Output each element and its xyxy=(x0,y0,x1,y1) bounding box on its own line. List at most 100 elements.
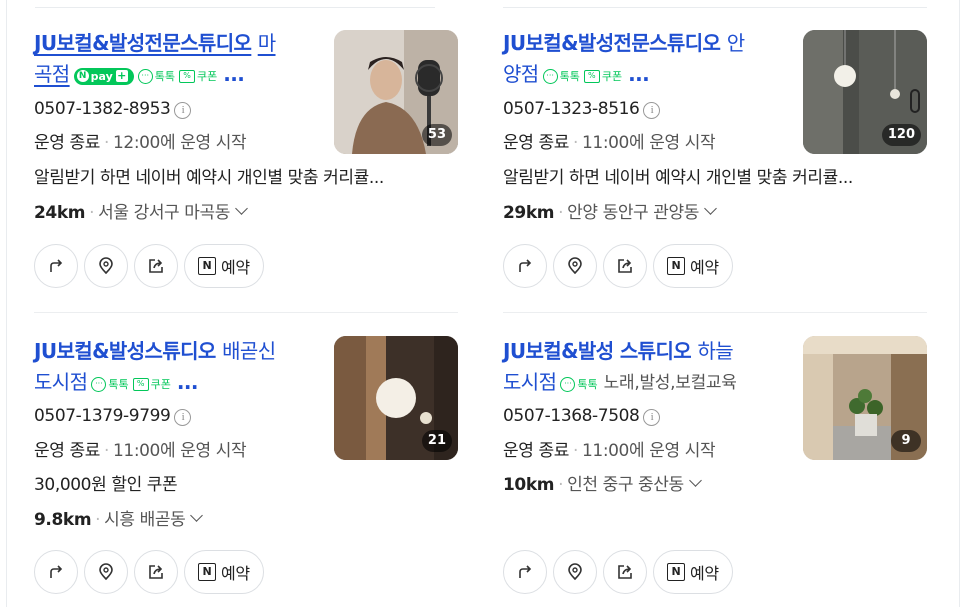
hours-row: 운영 종료 · 11:00에 운영 시작 xyxy=(503,133,716,153)
place-photo[interactable]: 53 xyxy=(334,30,458,154)
hours-text: 11:00에 운영 시작 xyxy=(112,441,247,461)
phone-number[interactable]: 0507-1382-8953 xyxy=(34,99,171,119)
place-name[interactable]: JU보컬&발성스튜디오 xyxy=(34,339,216,363)
info-circle-icon[interactable]: i xyxy=(174,409,192,426)
info-circle-icon[interactable]: i xyxy=(643,102,661,119)
divider xyxy=(503,312,927,313)
hours-text: 12:00에 운영 시작 xyxy=(112,133,247,153)
reserve-button[interactable]: N 예약 xyxy=(653,550,733,594)
directions-button[interactable] xyxy=(503,244,547,288)
place-card[interactable]: JU보컬&발성 스튜디오 하늘 도시점 ··· 톡톡 노래,발성,보컬교육 0507-… xyxy=(503,336,927,607)
chevron-down-icon[interactable] xyxy=(235,202,248,215)
location-row[interactable]: 24km · 서울 강서구 마곡동 xyxy=(34,201,248,225)
talktalk-badge[interactable]: ··· 톡톡 xyxy=(137,61,175,92)
status-text: 운영 종료 xyxy=(34,133,100,153)
talktalk-badge[interactable]: ··· 톡톡 xyxy=(542,61,580,92)
place-photo[interactable]: 21 xyxy=(334,336,458,460)
status-text: 운영 종료 xyxy=(503,441,569,461)
phone-row: 0507-1323-8516 i xyxy=(503,97,661,121)
share-button[interactable] xyxy=(603,244,647,288)
map-pin-icon xyxy=(99,257,113,275)
location-row[interactable]: 10km · 인천 중구 중산동 xyxy=(503,473,702,497)
phone-row: 0507-1382-8953 i xyxy=(34,97,192,121)
photo-count: 120 xyxy=(881,124,921,146)
photo-count: 9 xyxy=(891,430,921,452)
place-title[interactable]: JU보컬&발성스튜디오 배곧신 도시점 ··· 톡톡% 쿠폰... xyxy=(34,336,314,400)
save-location-button[interactable] xyxy=(84,550,128,594)
branch-name-cont[interactable]: 곡점 xyxy=(34,62,70,86)
share-button[interactable] xyxy=(134,244,178,288)
reserve-label: 예약 xyxy=(690,258,719,277)
status-text: 운영 종료 xyxy=(503,133,569,153)
coupon-icon: % xyxy=(583,70,600,83)
more-badges[interactable]: ... xyxy=(628,62,650,86)
place-card[interactable]: JU보컬&발성전문스튜디오 마 곡점 Npay + ··· 톡톡% 쿠폰... 0507-… xyxy=(34,28,458,298)
npay-badge: Npay + xyxy=(73,67,134,85)
category-tags: 노래,발성,보컬교육 xyxy=(603,373,737,393)
naver-booking-icon: N xyxy=(667,563,685,581)
save-location-button[interactable] xyxy=(553,244,597,288)
action-bar: N 예약 xyxy=(503,244,733,288)
place-name[interactable]: JU보컬&발성 스튜디오 xyxy=(503,339,692,363)
reserve-label: 예약 xyxy=(221,258,250,277)
location-row[interactable]: 9.8km · 시흥 배곧동 xyxy=(34,508,204,532)
chat-bubble-icon: ··· xyxy=(560,377,576,392)
info-circle-icon[interactable]: i xyxy=(174,102,192,119)
naver-booking-icon: N xyxy=(667,257,685,275)
directions-button[interactable] xyxy=(34,550,78,594)
branch-name[interactable]: 배곧신 xyxy=(222,339,276,363)
coupon-badge[interactable]: % 쿠폰 xyxy=(132,369,171,400)
place-photo[interactable]: 9 xyxy=(803,336,927,460)
branch-name-cont[interactable]: 도시점 xyxy=(34,370,88,394)
branch-name-cont[interactable]: 도시점 xyxy=(503,370,557,394)
place-title[interactable]: JU보컬&발성 스튜디오 하늘 도시점 ··· 톡톡 노래,발성,보컬교육 xyxy=(503,336,783,400)
share-button[interactable] xyxy=(603,550,647,594)
coupon-icon: % xyxy=(179,70,195,83)
chevron-down-icon[interactable] xyxy=(704,202,717,215)
save-location-button[interactable] xyxy=(553,550,597,594)
place-name[interactable]: JU보컬&발성전문스튜디오 xyxy=(503,31,721,55)
results-panel: JU보컬&발성전문스튜디오 마 곡점 Npay + ··· 톡톡% 쿠폰... 0507-… xyxy=(6,0,960,607)
place-name[interactable]: JU보컬&발성전문스튜디오 xyxy=(34,31,252,55)
chat-bubble-icon: ··· xyxy=(91,377,107,392)
divider xyxy=(35,7,435,8)
save-location-button[interactable] xyxy=(84,244,128,288)
place-title[interactable]: JU보컬&발성전문스튜디오 안 양점 ··· 톡톡% 쿠폰... xyxy=(503,28,783,92)
info-circle-icon[interactable]: i xyxy=(643,409,661,426)
talktalk-badge[interactable]: ··· 톡톡 xyxy=(560,369,598,400)
phone-number[interactable]: 0507-1379-9799 xyxy=(34,406,171,426)
reserve-button[interactable]: N 예약 xyxy=(653,244,733,288)
phone-number[interactable]: 0507-1323-8516 xyxy=(503,99,640,119)
share-icon xyxy=(618,259,632,273)
branch-name[interactable]: 하늘 xyxy=(697,339,733,363)
reserve-button[interactable]: N 예약 xyxy=(184,550,264,594)
place-card[interactable]: JU보컬&발성전문스튜디오 안 양점 ··· 톡톡% 쿠폰... 0507-1323-… xyxy=(503,28,927,298)
hours-row: 운영 종료 · 11:00에 운영 시작 xyxy=(503,441,716,461)
description: 30,000원 할인 쿠폰 xyxy=(34,475,178,495)
location-row[interactable]: 29km · 안양 동안구 관양동 xyxy=(503,201,717,225)
address: 안양 동안구 관양동 xyxy=(567,203,700,223)
branch-name[interactable]: 마 xyxy=(258,31,276,55)
directions-button[interactable] xyxy=(503,550,547,594)
chevron-down-icon[interactable] xyxy=(688,474,702,487)
place-title[interactable]: JU보컬&발성전문스튜디오 마 곡점 Npay + ··· 톡톡% 쿠폰... xyxy=(34,28,314,92)
place-photo[interactable]: 120 xyxy=(803,30,927,154)
reserve-label: 예약 xyxy=(690,564,719,583)
chevron-down-icon[interactable] xyxy=(190,509,204,522)
coupon-badge[interactable]: % 쿠폰 xyxy=(583,61,622,92)
phone-number[interactable]: 0507-1368-7508 xyxy=(503,406,640,426)
more-badges[interactable]: ... xyxy=(177,370,199,394)
place-card[interactable]: JU보컬&발성스튜디오 배곧신 도시점 ··· 톡톡% 쿠폰... 0507-1379… xyxy=(34,336,458,607)
talktalk-badge[interactable]: ··· 톡톡 xyxy=(91,369,129,400)
turn-right-arrow-icon xyxy=(519,565,532,578)
reserve-button[interactable]: N 예약 xyxy=(184,244,264,288)
branch-name-cont[interactable]: 양점 xyxy=(503,62,539,86)
share-button[interactable] xyxy=(134,550,178,594)
turn-right-arrow-icon xyxy=(519,259,532,272)
branch-name[interactable]: 안 xyxy=(727,31,745,55)
more-badges[interactable]: ... xyxy=(223,62,245,86)
hours-text: 11:00에 운영 시작 xyxy=(581,133,716,153)
directions-button[interactable] xyxy=(34,244,78,288)
divider xyxy=(34,312,458,313)
coupon-badge[interactable]: % 쿠폰 xyxy=(179,61,217,92)
